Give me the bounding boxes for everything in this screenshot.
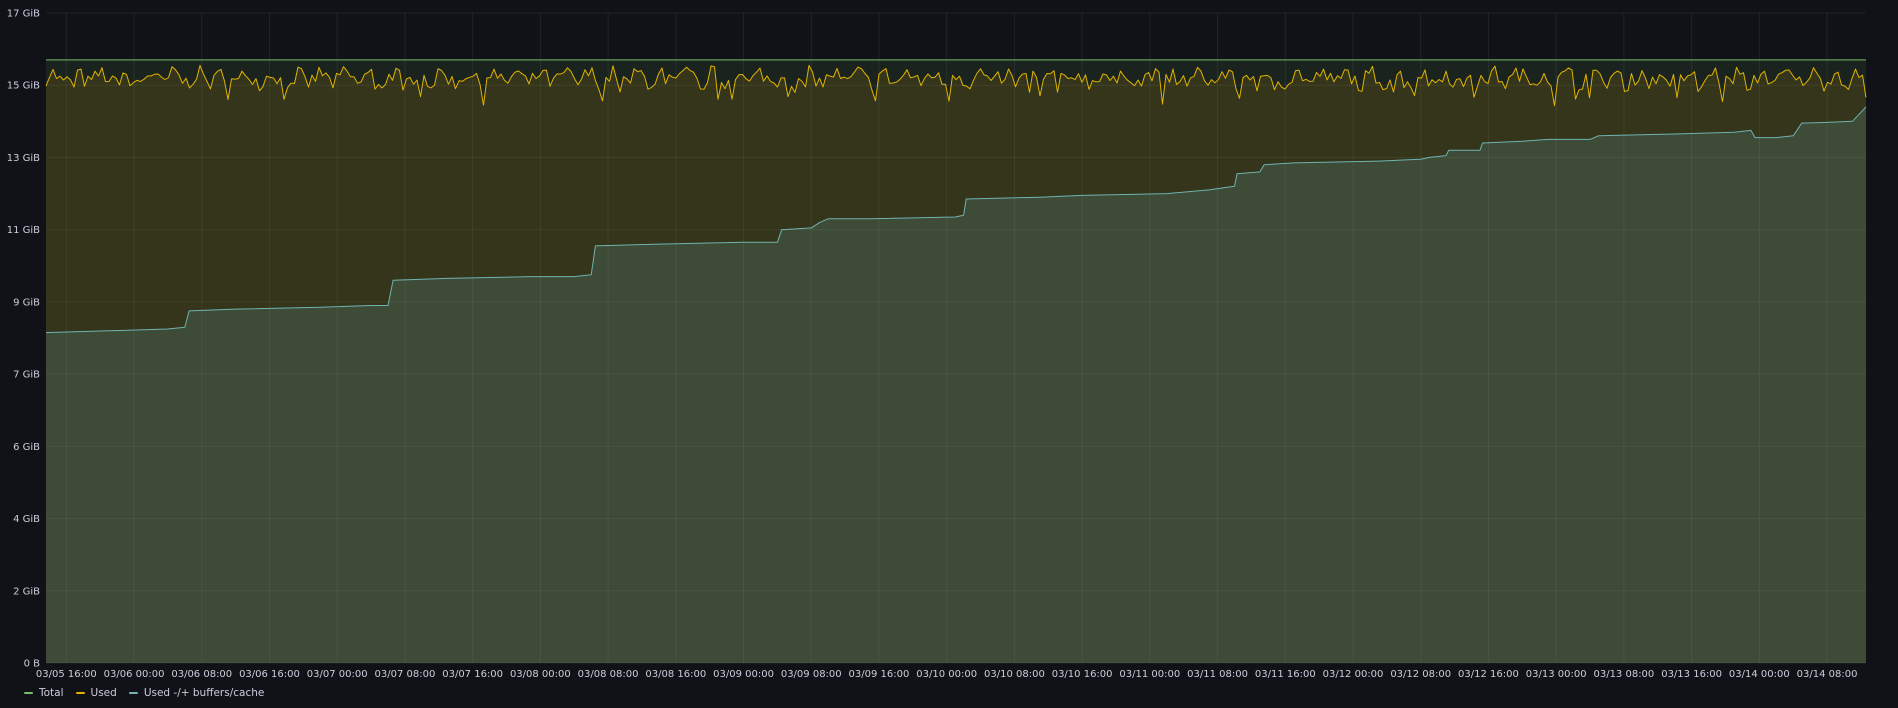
y-tick-label: 2 GiB bbox=[13, 586, 40, 597]
x-tick-label: 03/07 00:00 bbox=[307, 669, 368, 680]
x-tick-label: 03/05 16:00 bbox=[36, 669, 97, 680]
x-tick-label: 03/14 00:00 bbox=[1729, 669, 1790, 680]
legend-swatch-total bbox=[24, 692, 33, 694]
x-tick-label: 03/11 00:00 bbox=[1119, 669, 1180, 680]
memory-graph-panel: 0 B 2 GiB 4 GiB 6 GiB 7 GiB 9 GiB 11 GiB 13 GiB… bbox=[0, 0, 1898, 708]
x-tick-label: 03/12 16:00 bbox=[1458, 669, 1519, 680]
x-tick-label: 03/10 16:00 bbox=[1052, 669, 1113, 680]
x-tick-label: 03/10 00:00 bbox=[916, 669, 977, 680]
legend-label-used: Used bbox=[90, 687, 117, 699]
memory-chart[interactable]: 0 B 2 GiB 4 GiB 6 GiB 7 GiB 9 GiB 11 GiB 13 GiB… bbox=[0, 0, 1898, 708]
x-tick-label: 03/08 08:00 bbox=[578, 669, 639, 680]
legend: Total Used Used -/+ buffers/cache bbox=[24, 687, 264, 699]
x-tick-label: 03/07 16:00 bbox=[442, 669, 503, 680]
x-tick-label: 03/13 08:00 bbox=[1593, 669, 1654, 680]
x-tick-label: 03/09 16:00 bbox=[849, 669, 910, 680]
legend-label-used-buffers-cache: Used -/+ buffers/cache bbox=[143, 687, 265, 699]
y-tick-label: 9 GiB bbox=[13, 297, 40, 308]
x-tick-label: 03/09 08:00 bbox=[781, 669, 842, 680]
x-tick-label: 03/13 16:00 bbox=[1661, 669, 1722, 680]
x-tick-label: 03/12 00:00 bbox=[1323, 669, 1384, 680]
y-tick-label: 15 GiB bbox=[7, 81, 40, 92]
y-tick-label: 0 B bbox=[24, 659, 41, 670]
x-tick-label: 03/11 16:00 bbox=[1255, 669, 1316, 680]
y-tick-label: 11 GiB bbox=[7, 225, 40, 236]
y-tick-label: 6 GiB bbox=[13, 442, 40, 453]
x-tick-label: 03/09 00:00 bbox=[713, 669, 774, 680]
x-tick-label: 03/06 08:00 bbox=[171, 669, 232, 680]
y-tick-label: 4 GiB bbox=[13, 514, 40, 525]
y-tick-label: 17 GiB bbox=[7, 9, 40, 20]
x-tick-label: 03/11 08:00 bbox=[1187, 669, 1248, 680]
x-tick-label: 03/12 08:00 bbox=[1390, 669, 1451, 680]
x-tick-label: 03/08 16:00 bbox=[645, 669, 706, 680]
x-tick-label: 03/13 00:00 bbox=[1526, 669, 1587, 680]
legend-swatch-used bbox=[75, 692, 85, 694]
y-tick-label: 13 GiB bbox=[7, 153, 40, 164]
legend-swatch-used-buffers-cache bbox=[128, 692, 138, 694]
x-tick-label: 03/08 00:00 bbox=[510, 669, 571, 680]
legend-item-total[interactable]: Total bbox=[24, 687, 64, 699]
legend-item-used-buffers-cache[interactable]: Used -/+ buffers/cache bbox=[128, 687, 265, 699]
x-tick-label: 03/10 08:00 bbox=[984, 669, 1045, 680]
legend-item-used[interactable]: Used bbox=[75, 687, 117, 699]
y-tick-label: 7 GiB bbox=[13, 370, 40, 381]
x-tick-label: 03/14 08:00 bbox=[1797, 669, 1858, 680]
x-tick-label: 03/07 08:00 bbox=[375, 669, 436, 680]
x-tick-label: 03/06 00:00 bbox=[104, 669, 165, 680]
x-tick-label: 03/06 16:00 bbox=[239, 669, 300, 680]
legend-label-total: Total bbox=[39, 687, 64, 699]
